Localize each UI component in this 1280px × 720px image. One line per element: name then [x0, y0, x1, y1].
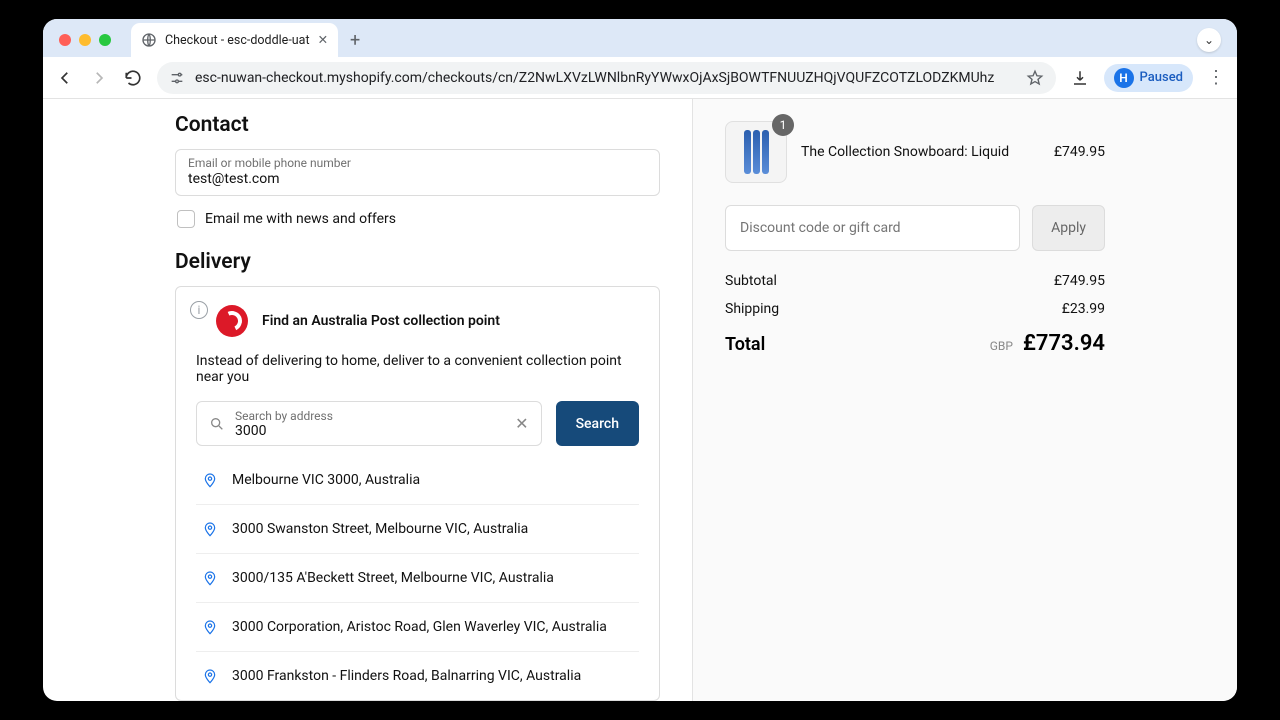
subtotal-label: Subtotal: [725, 273, 777, 289]
collection-point-panel: i Find an Australia Post collection poin…: [175, 286, 660, 701]
suggestion-item[interactable]: 3000 Frankston - Flinders Road, Balnarri…: [196, 651, 639, 700]
forward-button[interactable]: [89, 68, 109, 88]
shipping-value: £23.99: [1062, 301, 1105, 317]
search-value: 3000: [235, 423, 515, 439]
subscribe-label: Email me with news and offers: [205, 211, 396, 227]
pin-icon: [202, 568, 218, 588]
search-label: Search by address: [235, 409, 515, 423]
email-label: Email or mobile phone number: [188, 156, 647, 170]
product-price: £749.95: [1054, 144, 1105, 160]
reload-button[interactable]: [123, 68, 143, 88]
total-row: Total GBP £773.94: [725, 331, 1105, 356]
suggestion-item[interactable]: Melbourne VIC 3000, Australia: [196, 456, 639, 504]
australia-post-logo-icon: [216, 305, 248, 337]
pin-icon: [202, 617, 218, 637]
profile-avatar: H: [1114, 68, 1134, 88]
currency-code: GBP: [990, 339, 1013, 353]
close-window-button[interactable]: [59, 34, 71, 46]
back-button[interactable]: [55, 68, 75, 88]
browser-toolbar: esc-nuwan-checkout.myshopify.com/checkou…: [43, 57, 1237, 99]
tab-title: Checkout - esc-doddle-uat: [165, 33, 310, 48]
minimize-window-button[interactable]: [79, 34, 91, 46]
quantity-badge: 1: [772, 114, 794, 136]
checkbox-icon: [177, 210, 195, 228]
subtotal-row: Subtotal £749.95: [725, 273, 1105, 289]
discount-input[interactable]: [725, 205, 1020, 251]
delivery-heading: Delivery: [175, 250, 660, 274]
apply-button[interactable]: Apply: [1032, 205, 1105, 251]
collection-title: Find an Australia Post collection point: [262, 313, 500, 329]
suggestion-item[interactable]: 3000 Corporation, Aristoc Road, Glen Wav…: [196, 602, 639, 651]
clear-search-icon[interactable]: ✕: [515, 414, 528, 433]
downloads-icon[interactable]: [1070, 68, 1090, 88]
total-value: £773.94: [1023, 331, 1105, 356]
info-icon[interactable]: i: [190, 301, 208, 319]
pin-icon: [202, 470, 218, 490]
email-value: test@test.com: [188, 171, 647, 187]
globe-icon: [141, 32, 157, 48]
product-thumbnail: 1: [725, 121, 787, 183]
new-tab-button[interactable]: +: [344, 30, 366, 51]
maximize-window-button[interactable]: [99, 34, 111, 46]
search-icon: [209, 416, 225, 432]
tab-bar: Checkout - esc-doddle-uat ✕ + ⌄: [43, 19, 1237, 57]
url-text: esc-nuwan-checkout.myshopify.com/checkou…: [195, 70, 994, 86]
suggestions-list: Melbourne VIC 3000, Australia 3000 Swans…: [196, 456, 639, 700]
discount-row: Apply: [725, 205, 1105, 251]
traffic-lights: [59, 34, 111, 46]
close-tab-icon[interactable]: ✕: [318, 32, 328, 48]
pin-icon: [202, 519, 218, 539]
total-label: Total: [725, 334, 765, 355]
browser-tab[interactable]: Checkout - esc-doddle-uat ✕: [131, 23, 338, 57]
pin-icon: [202, 666, 218, 686]
checkout-main: Contact Email or mobile phone number tes…: [43, 99, 692, 701]
suggestion-item[interactable]: 3000/135 A'Beckett Street, Melbourne VIC…: [196, 553, 639, 602]
subtotal-value: £749.95: [1054, 273, 1105, 289]
search-button[interactable]: Search: [556, 401, 639, 446]
contact-heading: Contact: [175, 113, 660, 137]
address-search-input[interactable]: Search by address 3000 ✕: [196, 401, 542, 446]
address-bar[interactable]: esc-nuwan-checkout.myshopify.com/checkou…: [157, 62, 1056, 94]
suggestion-item[interactable]: 3000 Swanston Street, Melbourne VIC, Aus…: [196, 504, 639, 553]
profile-label: Paused: [1140, 70, 1183, 85]
collection-desc: Instead of delivering to home, deliver t…: [196, 353, 639, 385]
subscribe-checkbox[interactable]: Email me with news and offers: [177, 210, 658, 228]
page-content: Contact Email or mobile phone number tes…: [43, 99, 1237, 701]
bookmark-icon[interactable]: [1026, 69, 1044, 87]
browser-window: Checkout - esc-doddle-uat ✕ + ⌄ esc-nuwa…: [43, 19, 1237, 701]
shipping-label: Shipping: [725, 301, 779, 317]
cart-line: 1 The Collection Snowboard: Liquid £749.…: [725, 121, 1105, 183]
product-name: The Collection Snowboard: Liquid: [801, 144, 1040, 160]
order-summary: 1 The Collection Snowboard: Liquid £749.…: [692, 99, 1237, 701]
browser-menu-icon[interactable]: ⋮: [1207, 67, 1225, 88]
shipping-row: Shipping £23.99: [725, 301, 1105, 317]
site-settings-icon[interactable]: [169, 70, 185, 86]
profile-chip[interactable]: H Paused: [1104, 64, 1193, 92]
email-field[interactable]: Email or mobile phone number test@test.c…: [175, 149, 660, 196]
tabs-dropdown-button[interactable]: ⌄: [1197, 28, 1221, 52]
